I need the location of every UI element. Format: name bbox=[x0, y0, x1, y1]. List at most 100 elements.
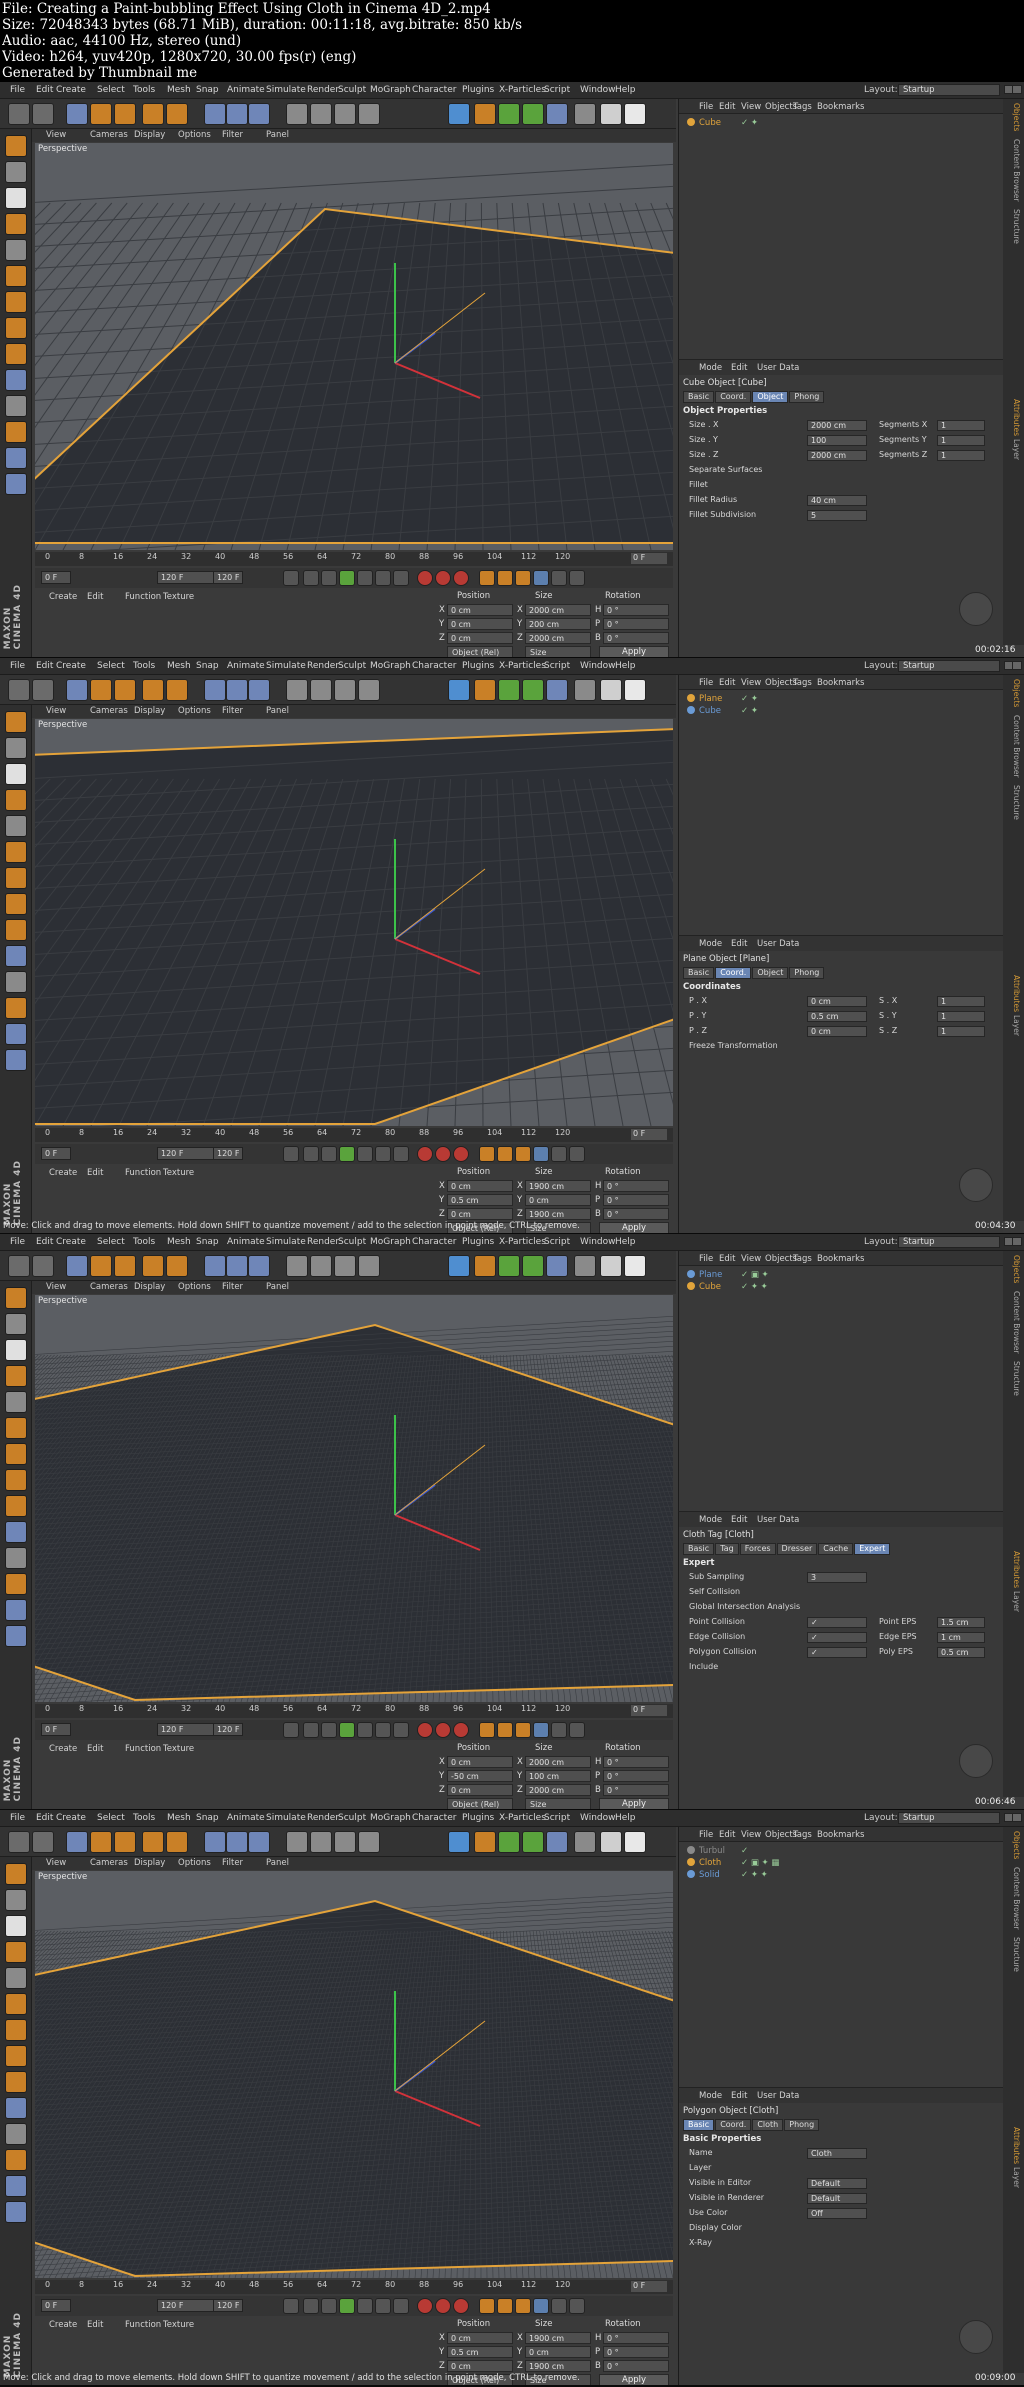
viewport-menu-options[interactable]: Options bbox=[178, 1282, 211, 1292]
z-axis-icon[interactable] bbox=[248, 679, 270, 701]
menu-item-mograph[interactable]: MoGraph bbox=[370, 85, 411, 95]
material-menu-create[interactable]: Create bbox=[49, 1744, 77, 1754]
object-list-item[interactable]: Cloth ✓ ▣ ✦ ▦ bbox=[687, 1858, 779, 1869]
play-icon[interactable] bbox=[339, 2298, 355, 2314]
menu-item-select[interactable]: Select bbox=[97, 661, 125, 671]
rotation-field[interactable]: 0 ° bbox=[603, 1194, 669, 1206]
frame-field[interactable]: 0 F bbox=[41, 2299, 71, 2312]
mode-tool-icon[interactable] bbox=[5, 711, 27, 733]
subdivision-icon[interactable] bbox=[498, 1255, 520, 1277]
frame-field[interactable]: 120 F bbox=[213, 2299, 243, 2312]
frame-field[interactable]: 120 F bbox=[157, 2299, 217, 2312]
menu-item-render[interactable]: Render bbox=[307, 1813, 339, 1823]
mode-tool-icon[interactable] bbox=[5, 1625, 27, 1647]
move-icon[interactable] bbox=[90, 103, 112, 125]
attribute-value[interactable]: ✓ bbox=[807, 1632, 867, 1643]
mode-tool-icon[interactable] bbox=[5, 343, 27, 365]
viewport-menu-panel[interactable]: Panel bbox=[266, 130, 289, 140]
object-menu-bookmarks[interactable]: Bookmarks bbox=[817, 1254, 865, 1264]
viewport-menu-view[interactable]: View bbox=[46, 706, 66, 716]
rotate-icon[interactable] bbox=[142, 1831, 164, 1853]
autokey-icon[interactable] bbox=[435, 1722, 451, 1738]
viewport-menu-panel[interactable]: Panel bbox=[266, 706, 289, 716]
rotation-key-icon[interactable] bbox=[515, 1722, 531, 1738]
size-field[interactable]: 200 cm bbox=[525, 618, 591, 630]
attr-tab[interactable]: Cloth bbox=[752, 2119, 784, 2131]
record-icon[interactable] bbox=[417, 1146, 433, 1162]
deformer-icon[interactable] bbox=[546, 1831, 568, 1853]
mode-tool-icon[interactable] bbox=[5, 1573, 27, 1595]
menu-item-mesh[interactable]: Mesh bbox=[167, 661, 191, 671]
object-menu-edit[interactable]: Edit bbox=[719, 102, 735, 112]
position-key-icon[interactable] bbox=[479, 1722, 495, 1738]
perspective-viewport[interactable]: Perspective bbox=[35, 1871, 673, 2278]
array-icon[interactable] bbox=[522, 679, 544, 701]
menu-item-x-particles[interactable]: X-Particles bbox=[499, 661, 546, 671]
last-frame-icon[interactable] bbox=[393, 570, 409, 586]
side-tab-attributes[interactable]: Attributes bbox=[1005, 399, 1021, 436]
next-frame-icon[interactable] bbox=[357, 2298, 373, 2314]
menu-item-snap[interactable]: Snap bbox=[196, 661, 219, 671]
first-frame-icon[interactable] bbox=[283, 1146, 299, 1162]
x-axis-icon[interactable] bbox=[204, 679, 226, 701]
menu-item-window[interactable]: Window bbox=[580, 85, 616, 95]
position-key-icon[interactable] bbox=[479, 1146, 495, 1162]
mode-tool-icon[interactable] bbox=[5, 2071, 27, 2093]
attribute-value-2[interactable]: 0.5 cm bbox=[937, 1647, 985, 1658]
z-axis-icon[interactable] bbox=[248, 1255, 270, 1277]
object-menu-tags[interactable]: Tags bbox=[793, 1254, 812, 1264]
next-key-icon[interactable] bbox=[375, 2298, 391, 2314]
position-field[interactable]: -50 cm bbox=[447, 1770, 513, 1782]
undo-icon[interactable] bbox=[8, 679, 30, 701]
render-settings-icon[interactable] bbox=[358, 1831, 380, 1853]
viewport-menu-filter[interactable]: Filter bbox=[222, 1282, 243, 1292]
viewport-menu-options[interactable]: Options bbox=[178, 1858, 211, 1868]
current-frame-field[interactable]: 0 F bbox=[631, 1129, 667, 1140]
navigation-icon[interactable] bbox=[959, 2320, 993, 2354]
size-field[interactable]: 2000 cm bbox=[525, 1756, 591, 1768]
z-axis-icon[interactable] bbox=[248, 1831, 270, 1853]
deformer-icon[interactable] bbox=[546, 103, 568, 125]
timeline-options-icon[interactable] bbox=[569, 1722, 585, 1738]
mode-tool-icon[interactable] bbox=[5, 1915, 27, 1937]
timeline-ruler[interactable]: 0 8 16 24 32 40 48 56 64 72 80 88 96 104 112 120 0 F bbox=[35, 1128, 673, 1142]
menu-item-render[interactable]: Render bbox=[307, 661, 339, 671]
mode-tool-icon[interactable] bbox=[5, 395, 27, 417]
mode-tool-icon[interactable] bbox=[5, 1417, 27, 1439]
viewport-menu-view[interactable]: View bbox=[46, 1282, 66, 1292]
material-menu-edit[interactable]: Edit bbox=[87, 592, 103, 602]
side-tab-layer[interactable]: Layer bbox=[1005, 1591, 1021, 1612]
menu-item-sculpt[interactable]: Sculpt bbox=[338, 85, 366, 95]
autokey-icon[interactable] bbox=[435, 1146, 451, 1162]
add-icon[interactable] bbox=[166, 679, 188, 701]
object-tags[interactable]: ✓ ✦ bbox=[741, 706, 758, 716]
mode-tool-icon[interactable] bbox=[5, 945, 27, 967]
object-menu-bookmarks[interactable]: Bookmarks bbox=[817, 678, 865, 688]
object-menu-file[interactable]: File bbox=[699, 678, 713, 688]
attr-tab[interactable]: Expert bbox=[854, 1543, 891, 1555]
undo-icon[interactable] bbox=[8, 1255, 30, 1277]
attr-menu-user-data[interactable]: User Data bbox=[757, 939, 799, 949]
scale-icon[interactable] bbox=[114, 1255, 136, 1277]
next-frame-icon[interactable] bbox=[357, 570, 373, 586]
object-list-item[interactable]: Cube ✓ ✦ bbox=[687, 118, 758, 129]
side-tab-objects[interactable]: Objects bbox=[1005, 1831, 1021, 1859]
prev-key-icon[interactable] bbox=[303, 570, 319, 586]
render-view-icon[interactable] bbox=[310, 1831, 332, 1853]
attribute-value[interactable]: Off bbox=[807, 2208, 867, 2219]
attr-menu-edit[interactable]: Edit bbox=[731, 2091, 747, 2101]
floor-icon[interactable] bbox=[574, 1831, 596, 1853]
side-tab-objects[interactable]: Objects bbox=[1005, 103, 1021, 131]
subdivision-icon[interactable] bbox=[498, 1831, 520, 1853]
mode-tool-icon[interactable] bbox=[5, 1521, 27, 1543]
frame-field[interactable]: 120 F bbox=[157, 1723, 217, 1736]
y-axis-icon[interactable] bbox=[226, 1255, 248, 1277]
menu-item-simulate[interactable]: Simulate bbox=[266, 1237, 306, 1247]
rotate-icon[interactable] bbox=[142, 1255, 164, 1277]
coordinate-system-icon[interactable] bbox=[286, 1831, 308, 1853]
attribute-value[interactable]: 0.5 cm bbox=[807, 1011, 867, 1022]
mode-tool-icon[interactable] bbox=[5, 291, 27, 313]
rotation-field[interactable]: 0 ° bbox=[603, 1784, 669, 1796]
menu-item-window[interactable]: Window bbox=[580, 1813, 616, 1823]
side-tab-attributes[interactable]: Attributes bbox=[1005, 975, 1021, 1012]
